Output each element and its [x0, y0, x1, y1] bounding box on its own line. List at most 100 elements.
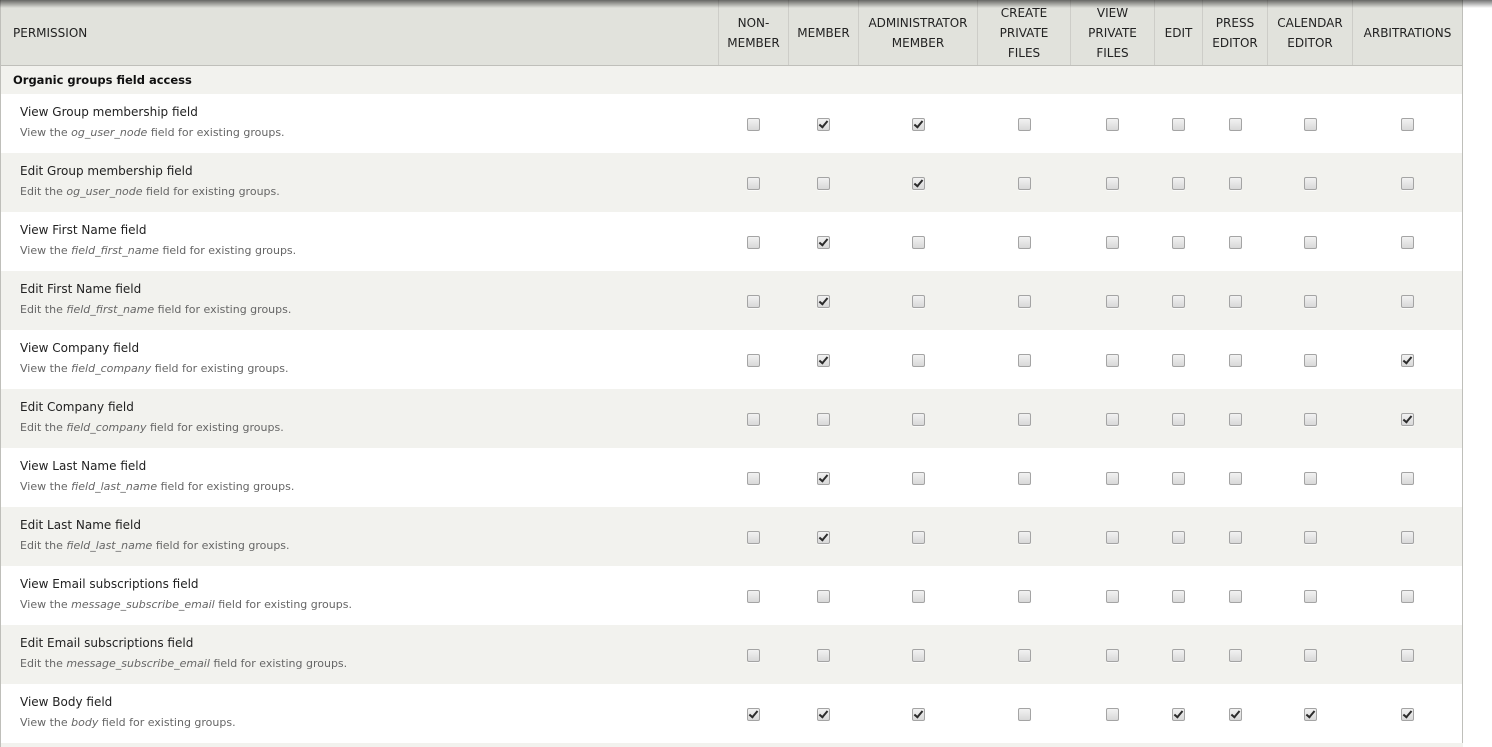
- checkbox-arbitrations[interactable]: [1400, 295, 1414, 308]
- checkbox-calendar-editor[interactable]: [1303, 413, 1317, 426]
- checkbox-calendar-editor[interactable]: [1303, 295, 1317, 308]
- checkbox-member[interactable]: [817, 590, 830, 603]
- checkbox-edit[interactable]: [1172, 354, 1185, 367]
- checkbox-press-editor[interactable]: [1228, 236, 1242, 249]
- checkbox-press-editor[interactable]: [1228, 177, 1242, 190]
- checkbox-view-private-files[interactable]: [1106, 177, 1119, 190]
- checkbox-create-private-files[interactable]: [1017, 708, 1031, 721]
- checkbox-member[interactable]: [817, 118, 830, 131]
- checkbox-arbitrations[interactable]: [1400, 236, 1414, 249]
- checkbox-arbitrations[interactable]: [1400, 118, 1414, 131]
- checkbox-non-member[interactable]: [747, 649, 760, 662]
- checkbox-edit[interactable]: [1172, 118, 1185, 131]
- checkbox-non-member[interactable]: [747, 472, 760, 485]
- checkbox-arbitrations[interactable]: [1400, 649, 1414, 662]
- checkbox-arbitrations[interactable]: [1400, 708, 1414, 721]
- checkbox-edit[interactable]: [1172, 472, 1185, 485]
- checkbox-create-private-files[interactable]: [1017, 413, 1031, 426]
- checkbox-view-private-files[interactable]: [1106, 708, 1119, 721]
- checkbox-create-private-files[interactable]: [1017, 177, 1031, 190]
- checkbox-create-private-files[interactable]: [1017, 295, 1031, 308]
- checkbox-administrator-member[interactable]: [911, 118, 925, 131]
- checkbox-administrator-member[interactable]: [911, 708, 925, 721]
- checkbox-view-private-files[interactable]: [1106, 649, 1119, 662]
- checkbox-administrator-member[interactable]: [911, 413, 925, 426]
- checkbox-calendar-editor[interactable]: [1303, 354, 1317, 367]
- checkbox-non-member[interactable]: [747, 118, 760, 131]
- checkbox-view-private-files[interactable]: [1106, 472, 1119, 485]
- checkbox-non-member[interactable]: [747, 708, 760, 721]
- checkbox-calendar-editor[interactable]: [1303, 531, 1317, 544]
- checkbox-administrator-member[interactable]: [911, 236, 925, 249]
- checkbox-non-member[interactable]: [747, 413, 760, 426]
- checkbox-arbitrations[interactable]: [1400, 177, 1414, 190]
- checkbox-create-private-files[interactable]: [1017, 472, 1031, 485]
- checkbox-calendar-editor[interactable]: [1303, 590, 1317, 603]
- checkbox-member[interactable]: [817, 531, 830, 544]
- checkbox-member[interactable]: [817, 295, 830, 308]
- checkbox-press-editor[interactable]: [1228, 708, 1242, 721]
- checkbox-press-editor[interactable]: [1228, 531, 1242, 544]
- checkbox-view-private-files[interactable]: [1106, 531, 1119, 544]
- checkbox-administrator-member[interactable]: [911, 295, 925, 308]
- checkbox-view-private-files[interactable]: [1106, 590, 1119, 603]
- checkbox-press-editor[interactable]: [1228, 649, 1242, 662]
- checkbox-administrator-member[interactable]: [911, 177, 925, 190]
- checkbox-edit[interactable]: [1172, 590, 1185, 603]
- checkbox-press-editor[interactable]: [1228, 354, 1242, 367]
- checkbox-non-member[interactable]: [747, 295, 760, 308]
- checkbox-create-private-files[interactable]: [1017, 236, 1031, 249]
- checkbox-member[interactable]: [817, 708, 830, 721]
- checkbox-create-private-files[interactable]: [1017, 531, 1031, 544]
- checkbox-edit[interactable]: [1172, 649, 1185, 662]
- checkbox-member[interactable]: [817, 354, 830, 367]
- checkbox-view-private-files[interactable]: [1106, 295, 1119, 308]
- checkbox-edit[interactable]: [1172, 413, 1185, 426]
- checkbox-administrator-member[interactable]: [911, 590, 925, 603]
- checkbox-member[interactable]: [817, 649, 830, 662]
- checkbox-administrator-member[interactable]: [911, 354, 925, 367]
- checkbox-arbitrations[interactable]: [1400, 354, 1414, 367]
- checkbox-non-member[interactable]: [747, 177, 760, 190]
- checkbox-calendar-editor[interactable]: [1303, 118, 1317, 131]
- checkbox-arbitrations[interactable]: [1400, 472, 1414, 485]
- checkbox-administrator-member[interactable]: [911, 531, 925, 544]
- checkbox-non-member[interactable]: [747, 531, 760, 544]
- checkbox-calendar-editor[interactable]: [1303, 177, 1317, 190]
- checkbox-view-private-files[interactable]: [1106, 118, 1119, 131]
- checkbox-create-private-files[interactable]: [1017, 590, 1031, 603]
- checkbox-non-member[interactable]: [747, 354, 760, 367]
- checkbox-arbitrations[interactable]: [1400, 531, 1414, 544]
- checkbox-edit[interactable]: [1172, 708, 1185, 721]
- checkbox-edit[interactable]: [1172, 531, 1185, 544]
- checkbox-administrator-member[interactable]: [911, 649, 925, 662]
- checkbox-create-private-files[interactable]: [1017, 649, 1031, 662]
- checkbox-create-private-files[interactable]: [1017, 354, 1031, 367]
- checkbox-member[interactable]: [817, 413, 830, 426]
- checkbox-calendar-editor[interactable]: [1303, 472, 1317, 485]
- checkbox-member[interactable]: [817, 177, 830, 190]
- checkbox-edit[interactable]: [1172, 177, 1185, 190]
- checkbox-press-editor[interactable]: [1228, 590, 1242, 603]
- checkbox-calendar-editor[interactable]: [1303, 649, 1317, 662]
- checkbox-calendar-editor[interactable]: [1303, 708, 1317, 721]
- checkbox-press-editor[interactable]: [1228, 118, 1242, 131]
- checkbox-press-editor[interactable]: [1228, 472, 1242, 485]
- checkbox-arbitrations[interactable]: [1400, 590, 1414, 603]
- checkbox-edit[interactable]: [1172, 236, 1185, 249]
- checkbox-edit[interactable]: [1172, 295, 1185, 308]
- checkbox-administrator-member[interactable]: [911, 472, 925, 485]
- checkbox-non-member[interactable]: [747, 236, 760, 249]
- checkbox-member[interactable]: [817, 236, 830, 249]
- checkbox-create-private-files[interactable]: [1017, 118, 1031, 131]
- checkbox-press-editor[interactable]: [1228, 295, 1242, 308]
- checkbox-calendar-editor[interactable]: [1303, 236, 1317, 249]
- permission-description: Edit the field_last_name field for exist…: [20, 538, 719, 554]
- checkbox-view-private-files[interactable]: [1106, 236, 1119, 249]
- checkbox-non-member[interactable]: [747, 590, 760, 603]
- checkbox-member[interactable]: [817, 472, 830, 485]
- checkbox-view-private-files[interactable]: [1106, 413, 1119, 426]
- checkbox-view-private-files[interactable]: [1106, 354, 1119, 367]
- checkbox-press-editor[interactable]: [1228, 413, 1242, 426]
- checkbox-arbitrations[interactable]: [1400, 413, 1414, 426]
